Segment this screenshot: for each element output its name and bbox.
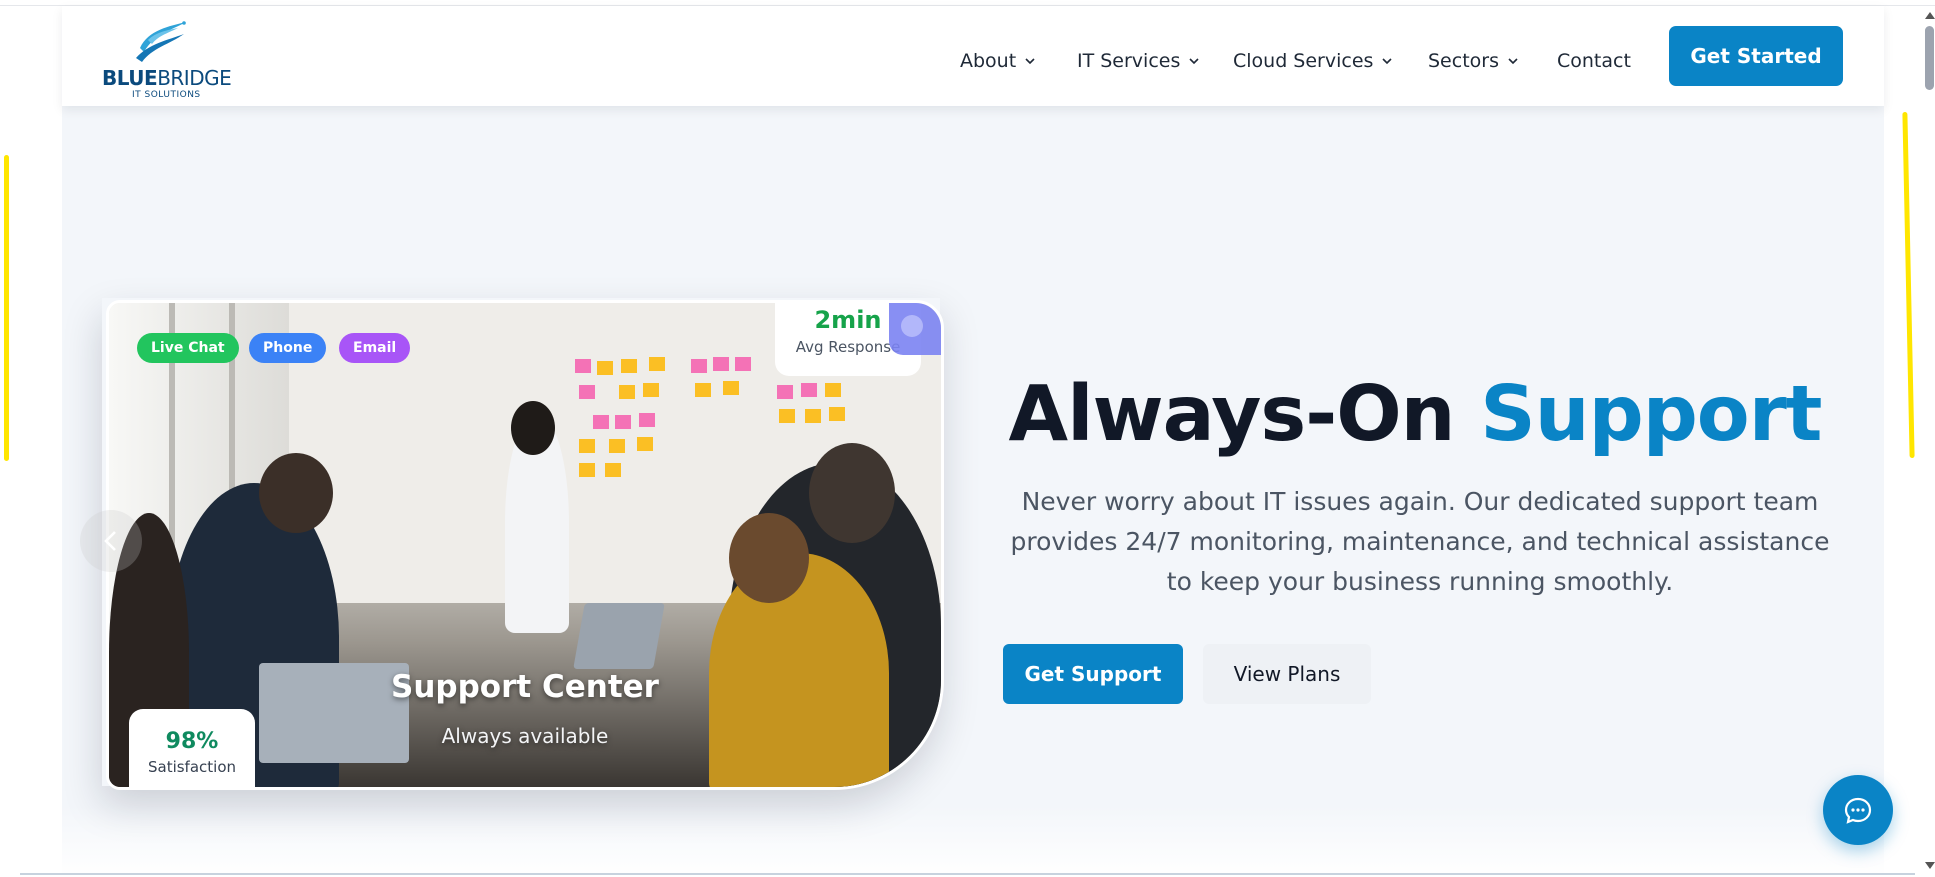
site-header: BLUEBRIDGE IT SOLUTIONS About IT Service… [62, 6, 1884, 106]
get-support-button[interactable]: Get Support [1003, 644, 1183, 704]
nav-sectors[interactable]: Sectors [1428, 50, 1519, 72]
nav-about-label: About [960, 50, 1017, 72]
bird-wave-logo-icon [136, 21, 186, 62]
hero-title: Always-On Support [990, 370, 1840, 459]
hero-description: Never worry about IT issues again. Our d… [1010, 487, 1830, 596]
stat-satisfaction-value: 98% [165, 729, 219, 754]
chevron-down-icon [1189, 58, 1199, 65]
highlight-mark-right [1902, 111, 1915, 459]
badge-email: Email [339, 333, 411, 363]
hero-title-part1: Always-On [1008, 370, 1456, 459]
brand-logo[interactable]: BLUEBRIDGE IT SOLUTIONS [102, 18, 242, 104]
get-started-button[interactable]: Get Started [1669, 26, 1843, 86]
nav-it-services-label: IT Services [1077, 50, 1181, 72]
bottom-divider [20, 873, 1915, 875]
stat-satisfaction-label: Satisfaction [147, 758, 237, 776]
stat-satisfaction: 98% Satisfaction [129, 709, 255, 787]
chat-bubble-icon [1844, 797, 1872, 824]
carousel-prev-button[interactable] [80, 510, 142, 572]
decor-corner [889, 303, 941, 355]
chevron-left-icon [104, 531, 116, 551]
nav-about[interactable]: About [960, 50, 1036, 72]
nav-sectors-label: Sectors [1428, 50, 1499, 72]
decor-dot [901, 315, 923, 337]
chevron-down-icon [1382, 58, 1393, 65]
nav-it-services[interactable]: IT Services [1077, 50, 1200, 72]
highlight-mark-left [4, 155, 9, 461]
badge-phone: Phone [249, 333, 327, 363]
scroll-up-arrow-icon[interactable] [1925, 12, 1935, 19]
chat-widget-button[interactable] [1823, 775, 1893, 845]
nav-cloud-services[interactable]: Cloud Services [1233, 50, 1393, 72]
nav-cloud-services-label: Cloud Services [1233, 50, 1374, 72]
card-caption-title: Support Center [391, 669, 659, 705]
chevron-down-icon [1508, 58, 1518, 65]
badge-live-chat: Live Chat [137, 333, 239, 363]
brand-subtitle: IT SOLUTIONS [132, 90, 201, 100]
brand-name: BLUEBRIDGE [102, 66, 232, 90]
scroll-down-arrow-icon[interactable] [1925, 862, 1935, 869]
page-bottom-fade [62, 806, 1884, 877]
hero-title-part2: Support [1480, 370, 1822, 459]
hero-image-card: Live Chat Phone Email 2min Avg Response … [106, 300, 944, 790]
chevron-down-icon [1025, 58, 1035, 65]
scroll-thumb[interactable] [1925, 26, 1934, 90]
view-plans-button[interactable]: View Plans [1203, 644, 1371, 704]
nav-contact-label: Contact [1557, 50, 1631, 72]
vertical-scrollbar[interactable] [1919, 6, 1935, 877]
nav-contact[interactable]: Contact [1557, 50, 1631, 72]
